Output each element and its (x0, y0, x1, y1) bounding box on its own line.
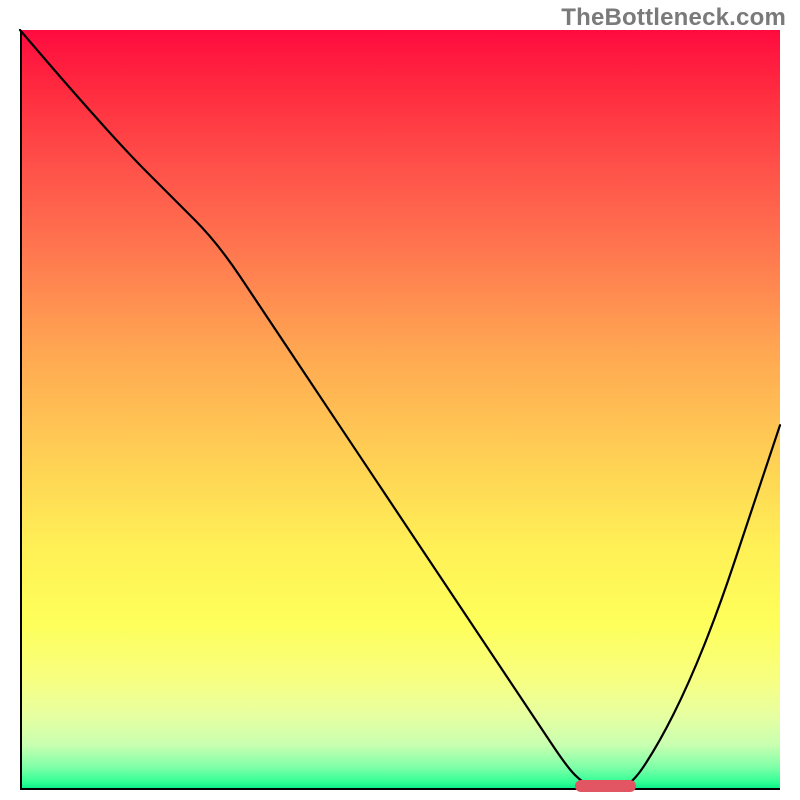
bottleneck-curve (20, 30, 780, 790)
plot-area (20, 30, 780, 790)
watermark-text: TheBottleneck.com (561, 4, 786, 32)
optimal-marker (575, 780, 636, 792)
